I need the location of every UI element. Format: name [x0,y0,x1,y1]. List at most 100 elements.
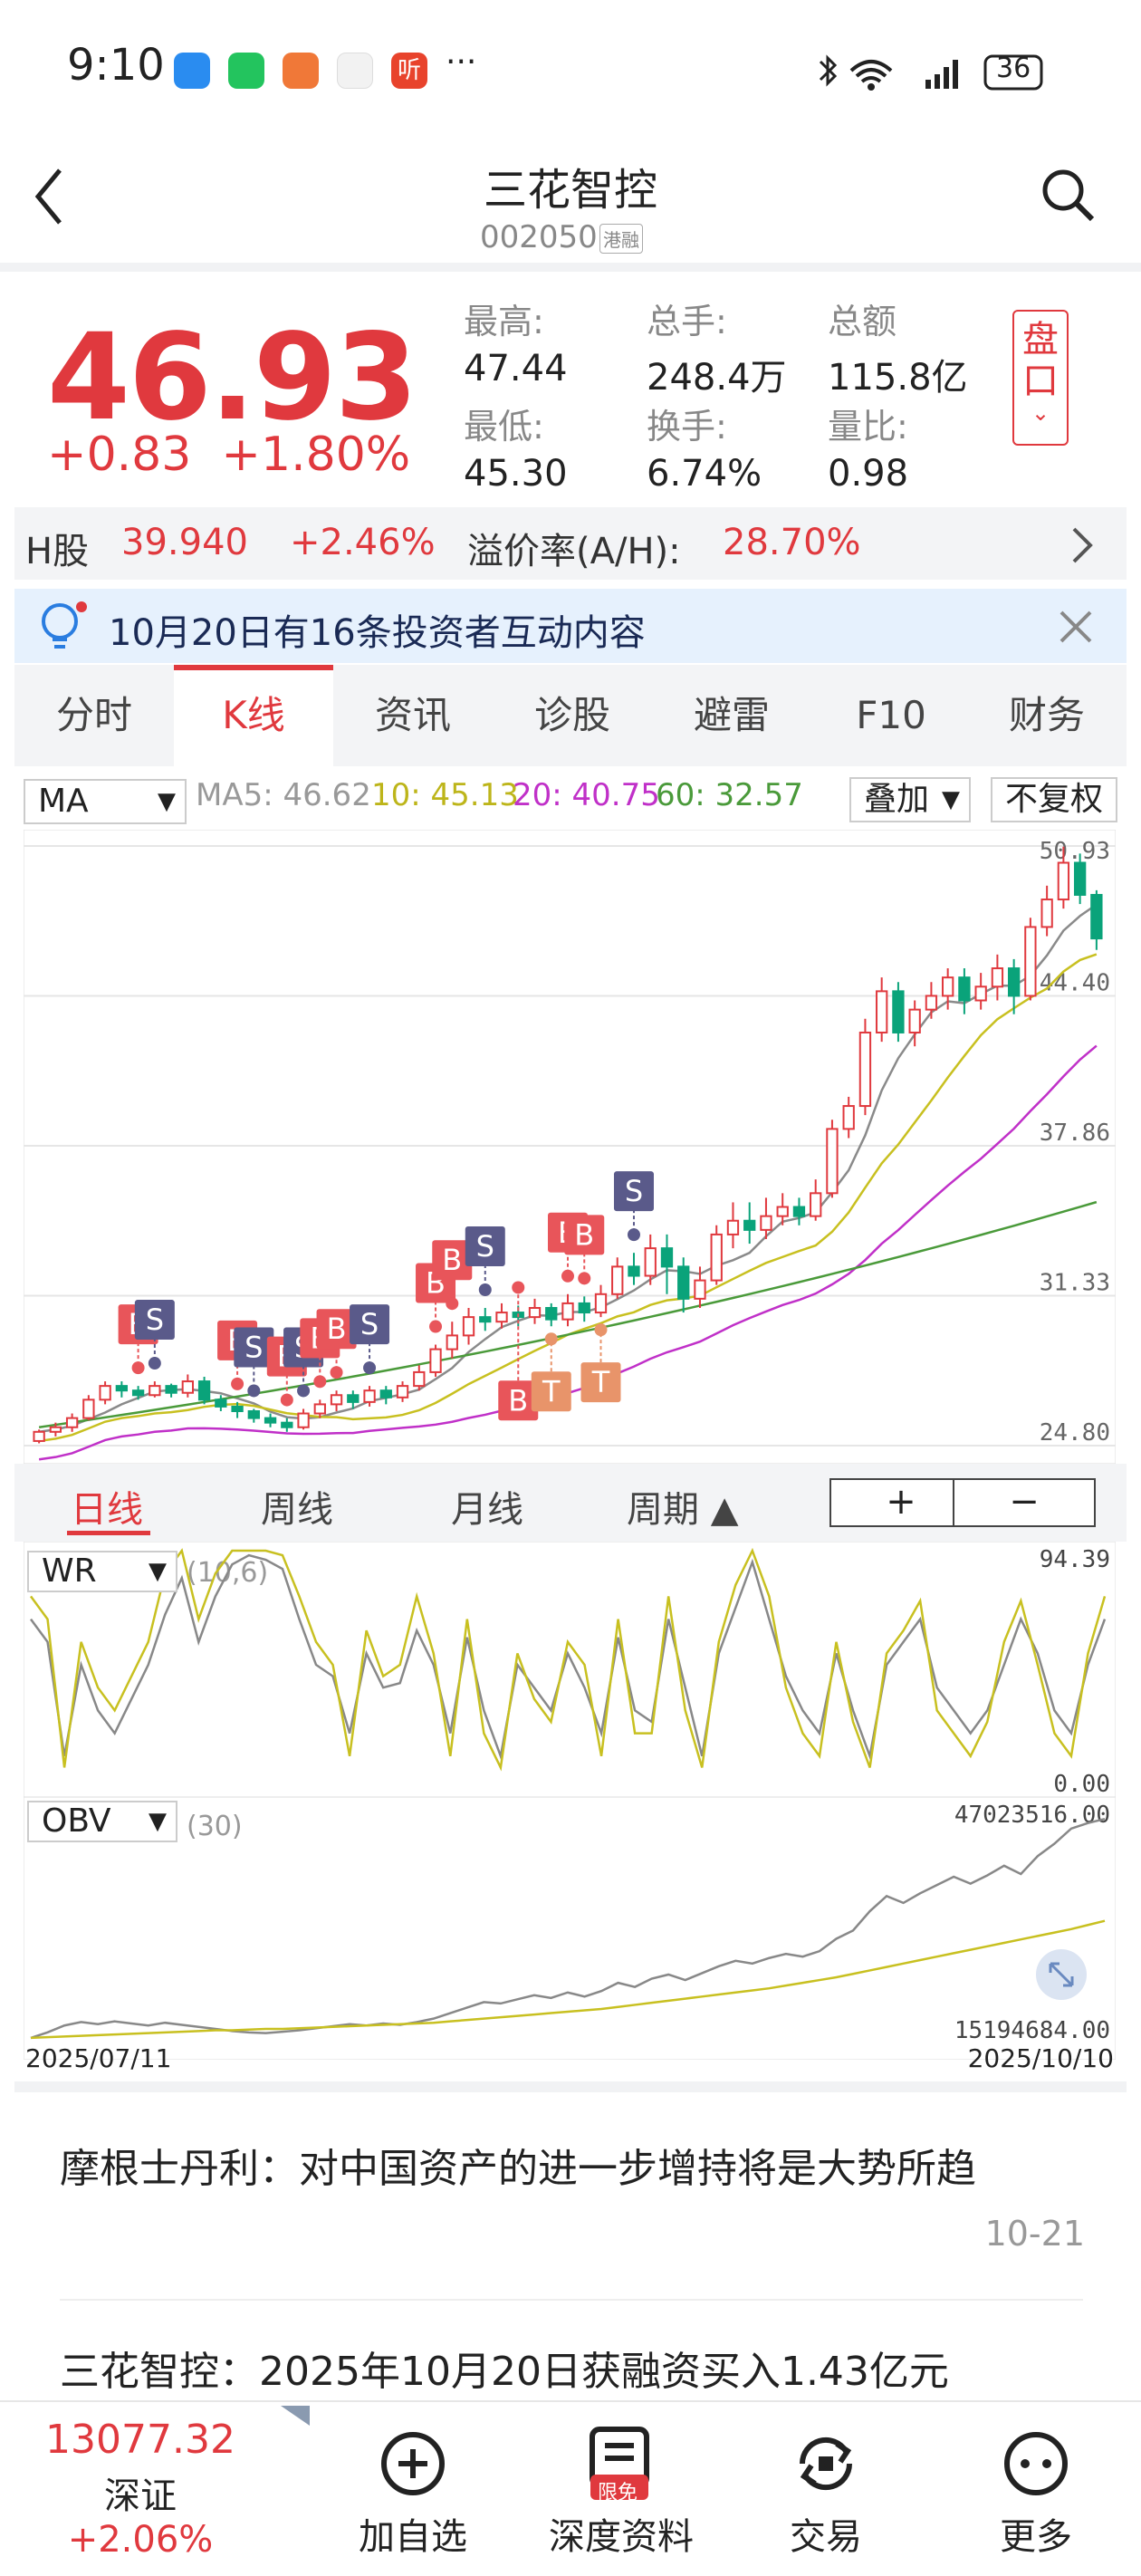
candle-body [628,1265,640,1277]
chevron-down-icon: ⌄ [1031,400,1050,426]
dropdown-icon: ▼ [158,788,176,815]
signal-dot [429,1320,443,1333]
bluetooth-icon [819,54,838,87]
obv-selector[interactable]: OBV ▼ [27,1801,177,1842]
volume-label: 总手: [647,302,727,341]
obv-indicator-chart[interactable]: 47023516.00 15194684.00 (30) [24,1797,1116,2060]
tab-bar: 分时 K线 资讯 诊股 避雷 F10 财务 [14,665,1127,766]
signal-label: T [542,1374,561,1408]
add-watchlist-icon [381,2432,445,2495]
signal-dot [544,1332,558,1346]
candle [1024,918,1037,1001]
nav-deep-data[interactable]: 深度资料 [522,2507,721,2560]
more-icon [1004,2432,1068,2495]
candle [33,1429,45,1444]
tab-news[interactable]: 资讯 [333,665,493,766]
amount-label: 总额 [828,302,897,341]
overlay-selector[interactable]: 叠加 ▼ [849,777,971,822]
candle-body [760,1215,772,1231]
wifi-icon [849,60,893,83]
signal-label: S [360,1307,379,1341]
candle-body [660,1247,674,1268]
turnover-label: 换手: [647,407,727,447]
period-cycle[interactable]: 周期 ▲ [627,1480,738,1533]
search-icon[interactable] [1040,167,1098,225]
candle-body [363,1389,376,1403]
candle-body [231,1405,244,1412]
tab-risk[interactable]: 避雷 [652,665,811,766]
candle-body [1057,861,1070,901]
stock-name: 三花智控 [483,165,657,216]
signal-dot [363,1361,377,1375]
candle-body [776,1206,789,1217]
active-period-indicator [67,1531,150,1535]
zoom-out-button[interactable]: − [953,1478,1096,1527]
candle-body [215,1399,227,1408]
nav-add-watchlist[interactable]: 加自选 [313,2507,513,2560]
notice-text: 10月20日有16条投资者互动内容 [109,612,646,654]
zoom-in-button[interactable]: + [829,1478,973,1527]
premium-label: 溢价率(A/H): [467,531,681,572]
candle-body [842,1105,855,1130]
tab-finance[interactable]: 财务 [967,665,1127,766]
pankou-button[interactable]: 盘口 ⌄ [1012,310,1069,446]
candle-body [247,1409,260,1419]
wr-indicator-chart[interactable]: 94.390.00(10,6) [24,1542,1116,1797]
ma60-value: 60: 32.57 [656,777,803,813]
candle-body [974,985,987,1002]
lightbulb-icon [42,601,87,649]
candle [82,1395,95,1421]
signal-dot [247,1384,261,1398]
tab-timeshare[interactable]: 分时 [14,665,174,766]
candle-body [677,1265,690,1300]
candle-body [991,967,1004,988]
candle-body [925,995,938,1011]
low-label: 最低: [464,407,544,447]
y-tick-label: 47023516.00 [954,1802,1110,1829]
start-date: 2025/07/11 [25,2043,172,2073]
candle-body [528,1306,542,1319]
ma-row: MA ▼ MA5: 46.62 10: 45.13 20: 40.75 60: 3… [14,766,1127,830]
y-tick-label: 0.00 [1053,1771,1110,1797]
candle-body [694,1279,706,1300]
expand-icon[interactable] [1034,1947,1088,2002]
candle-body [908,1008,921,1033]
h-share-row[interactable]: H股 39.940 +2.46% 溢价率(A/H): 28.70% [14,507,1127,580]
candle-body [347,1394,360,1403]
period-weekly[interactable]: 周线 [261,1480,333,1533]
candle-body [1090,893,1103,940]
candle-body [429,1348,442,1373]
tab-diagnosis[interactable]: 诊股 [493,665,652,766]
stock-header: 三花智控 002050 港融 [0,136,1141,263]
candle-body [578,1302,590,1314]
candle-body [49,1426,62,1433]
index-quote[interactable]: 13077.32 深证 +2.06% [27,2417,254,2561]
news-list: 摩根士丹利：对中国资产的进一步增持将是大势所趋 10-21 三花智控：2025年… [14,2081,1127,2398]
y-tick-label: 44.40 [1040,970,1110,997]
index-value: 13077.32 [45,2417,235,2463]
adjust-selector[interactable]: 不复权 [991,777,1117,822]
candle-body [330,1394,343,1406]
index-pct: +2.06% [67,2519,214,2561]
tab-kline[interactable]: K线 [174,665,333,766]
tab-f10[interactable]: F10 [811,665,971,766]
close-icon[interactable] [1058,609,1094,645]
notice-banner[interactable]: 10月20日有16条投资者互动内容 [14,589,1127,663]
wr-selector[interactable]: WR ▼ [27,1551,177,1592]
signal-dot [297,1384,311,1398]
period-daily[interactable]: 日线 [71,1480,143,1533]
caret-icon [281,2406,310,2426]
signal-icon [925,60,958,89]
candle-body [594,1293,608,1314]
volume-value: 248.4万 [647,357,787,399]
nav-more[interactable]: 更多 [936,2507,1136,2560]
nav-trade[interactable]: 交易 [726,2507,925,2560]
listen-app-icon: 听 [391,53,427,89]
period-monthly[interactable]: 月线 [451,1480,523,1533]
kline-chart[interactable]: 50.9344.4037.8631.3324.80BSBSBSBBSBBSBTB… [24,830,1116,1464]
stock-code: 002050 [480,219,598,255]
ma20-value: 20: 40.75 [513,777,660,813]
signal-dot [478,1283,492,1296]
ma-selector[interactable]: MA ▼ [24,779,187,824]
date-axis: 2025/07/11 2025/10/10 [24,2042,1116,2074]
